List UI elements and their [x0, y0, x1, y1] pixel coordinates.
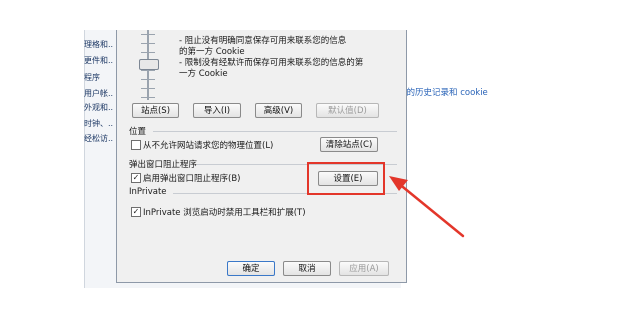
pointer-arrow-icon [389, 176, 465, 238]
